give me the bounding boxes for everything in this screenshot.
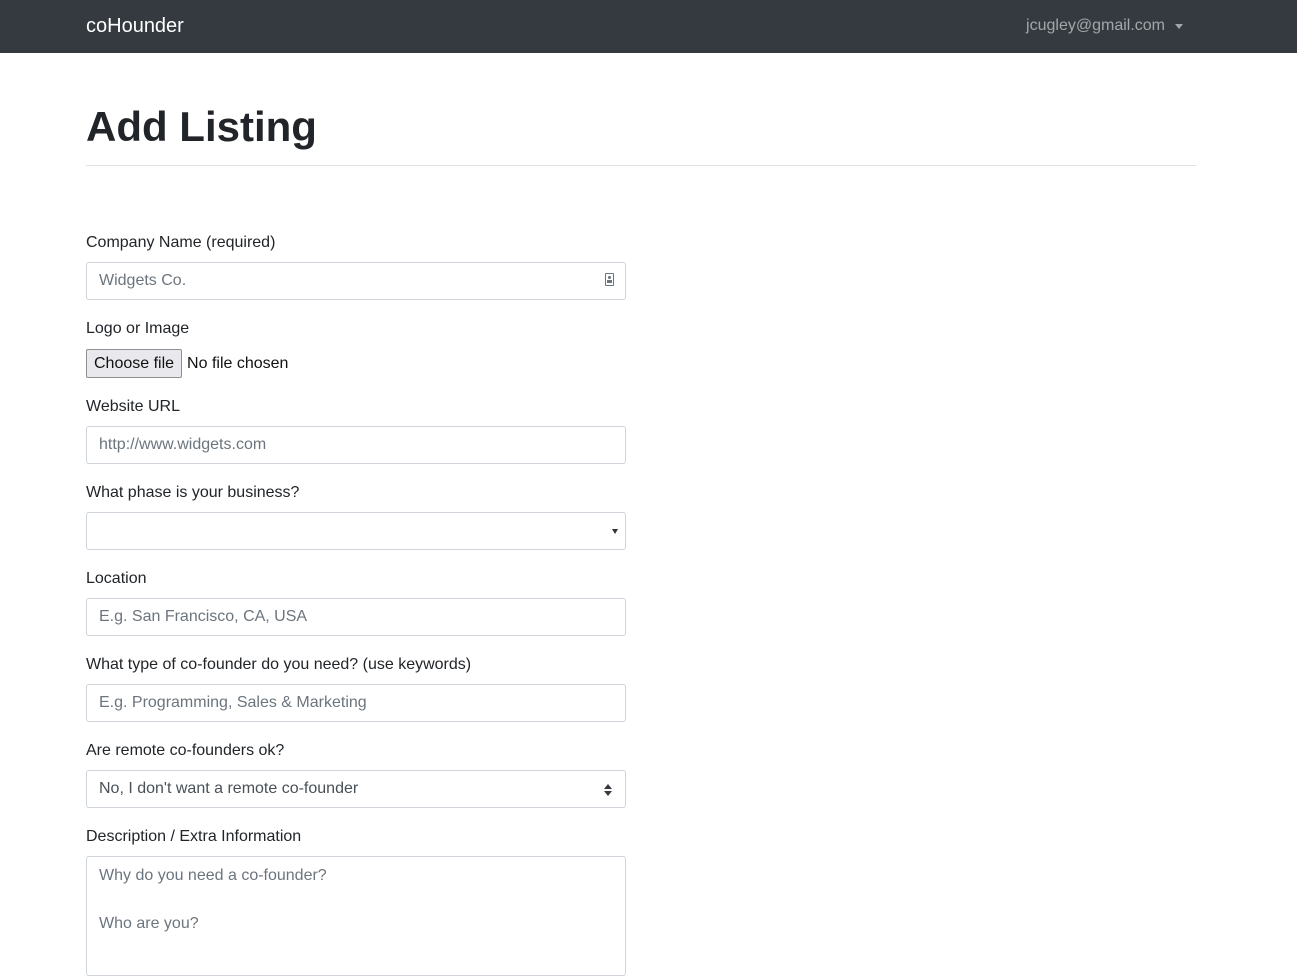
cofounder-type-group: What type of co-founder do you need? (us… (86, 655, 626, 675)
logo-file-input: Choose file No file chosen (86, 349, 288, 378)
logo-label: Logo or Image (86, 320, 190, 337)
contact-card-icon[interactable] (605, 273, 614, 286)
company-name-wrapper (86, 262, 626, 300)
remote-selected-value: No, I don't want a remote co-founder (99, 780, 359, 797)
description-textarea[interactable] (86, 856, 626, 976)
remote-label: Are remote co-founders ok? (86, 742, 285, 759)
select-updown-icon (604, 784, 612, 796)
website-url-input[interactable] (86, 426, 626, 464)
page-title: Add Listing (86, 103, 317, 150)
remote-select[interactable]: No, I don't want a remote co-founder (86, 770, 626, 808)
dropdown-arrow-icon (612, 529, 618, 534)
navbar: coHounder jcugley@gmail.com (0, 0, 1297, 53)
company-name-input[interactable] (86, 262, 626, 300)
caret-down-icon (1175, 23, 1183, 29)
file-status: No file chosen (187, 354, 289, 372)
website-group: Website URL (86, 397, 626, 417)
choose-file-button[interactable]: Choose file (86, 349, 183, 378)
phase-group: What phase is your business? (86, 483, 626, 503)
website-label: Website URL (86, 398, 180, 415)
phase-label: What phase is your business? (86, 484, 300, 501)
logo-group: Logo or Image (86, 319, 626, 339)
user-email: jcugley@gmail.com (1026, 17, 1165, 34)
phase-select[interactable] (86, 512, 626, 550)
location-label: Location (86, 570, 147, 587)
description-group: Description / Extra Information (86, 827, 626, 847)
location-input[interactable] (86, 598, 626, 636)
company-name-group: Company Name (required) (86, 233, 626, 253)
description-label: Description / Extra Information (86, 828, 302, 845)
cofounder-type-input[interactable] (86, 684, 626, 722)
brand-logo[interactable]: coHounder (86, 14, 184, 38)
company-name-label: Company Name (required) (86, 234, 276, 251)
title-divider (86, 165, 1196, 166)
remote-group: Are remote co-founders ok? (86, 741, 626, 761)
cofounder-type-label: What type of co-founder do you need? (us… (86, 656, 472, 673)
location-group: Location (86, 569, 626, 589)
user-menu-dropdown[interactable]: jcugley@gmail.com (1026, 16, 1183, 36)
